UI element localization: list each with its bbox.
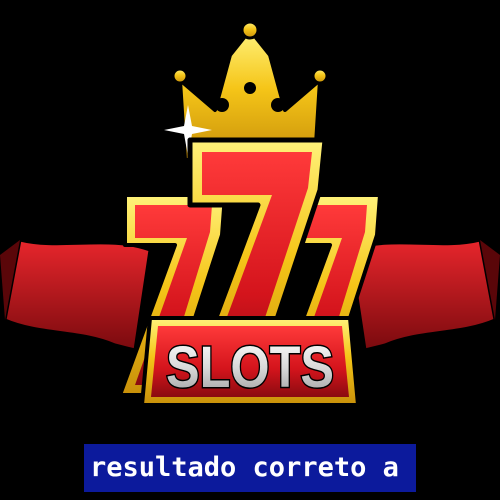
caption-banner: resultado correto a: [84, 444, 416, 492]
caption-text: resultado correto a: [90, 452, 399, 483]
ribbon-right: [348, 238, 500, 352]
slots-777-logo: SLOTS: [0, 20, 500, 407]
ribbon-left: [0, 238, 152, 352]
slots-text: SLOTS: [166, 335, 334, 400]
